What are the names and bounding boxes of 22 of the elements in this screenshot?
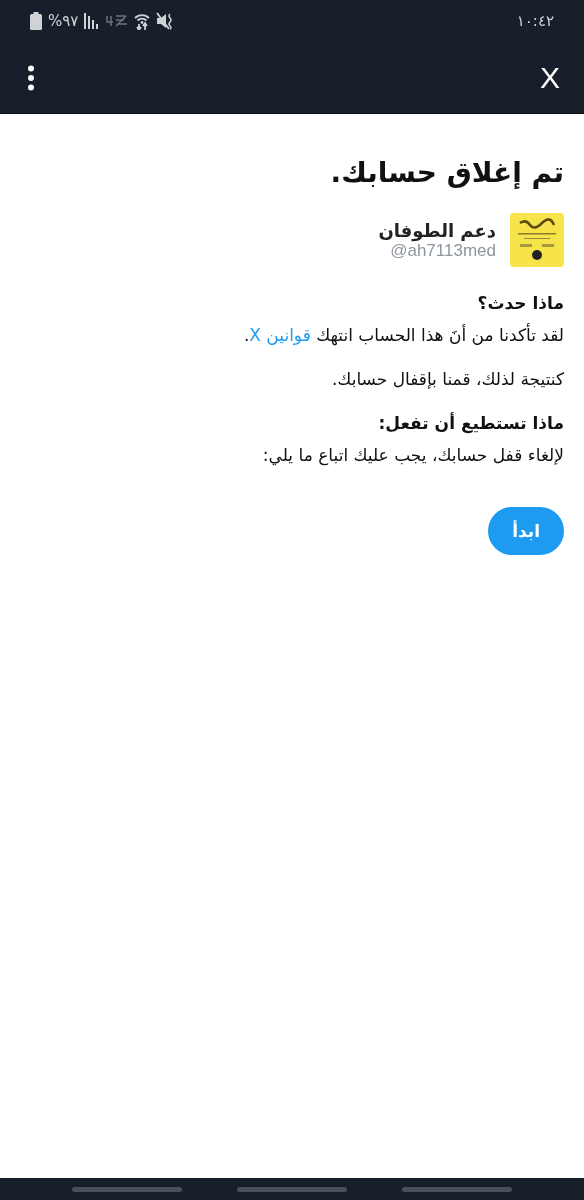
battery-level: %٩٧	[48, 12, 79, 30]
account-name: دعم الطوفان	[378, 219, 496, 241]
signal-icon	[84, 13, 101, 29]
paragraph: لقد تأكدنا من أنَ هذا الحساب انتهك قوانين X.	[242, 325, 564, 345]
nav-handle[interactable]	[237, 1186, 347, 1192]
rules-link[interactable]: قوانين X	[249, 325, 311, 345]
page-title: تم إغلاق حسابك.	[329, 156, 564, 189]
section-heading: ماذا حدث؟	[476, 293, 564, 313]
paragraph: لإلغاء قفل حسابك، يجب عليك اتباع ما يلي:	[261, 445, 564, 465]
clock: ١٠:٤٢	[516, 12, 554, 30]
start-button[interactable]: ابدأ	[488, 507, 564, 555]
nav-handle[interactable]	[402, 1186, 512, 1192]
more-icon[interactable]	[27, 64, 35, 91]
network-icon	[106, 15, 129, 27]
nav-handle[interactable]	[72, 1186, 182, 1192]
section-heading: ماذا تستطيع أن تفعل:	[377, 413, 564, 433]
close-button[interactable]: X	[540, 60, 560, 95]
paragraph: كنتيجة لذلك، قمنا بإقفال حسابك.	[330, 369, 564, 389]
mute-icon	[156, 12, 175, 30]
battery-icon	[30, 12, 42, 30]
account-handle: @ah7113med	[390, 240, 496, 261]
wifi-icon	[134, 12, 151, 30]
